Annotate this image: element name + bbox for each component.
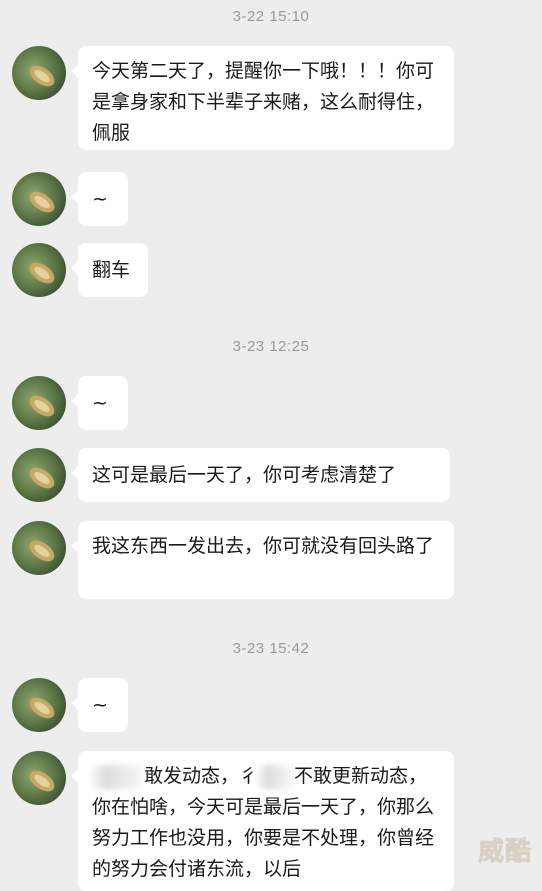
avatar-image-icon	[29, 262, 55, 284]
avatar-image-icon	[29, 467, 55, 489]
message-bubble[interactable]: 翻车	[71, 243, 148, 297]
avatar-image-icon	[29, 697, 55, 719]
avatar-image-icon	[29, 191, 55, 213]
message-bubble[interactable]: ~	[71, 172, 128, 226]
message-bubble[interactable]: 敢发动态，彳 不敢更新动态，你在怕啥，今天可是最后一天了，你那么努力工作也没用，你…	[71, 751, 454, 891]
redacted-name-blur	[258, 764, 293, 789]
avatar[interactable]	[12, 678, 66, 732]
avatar[interactable]	[12, 243, 66, 297]
avatar[interactable]	[12, 448, 66, 502]
avatar-image-icon	[29, 770, 55, 792]
timestamp: 3-22 15:10	[232, 8, 310, 25]
timestamp: 3-23 12:25	[232, 338, 310, 355]
avatar-image-icon	[29, 65, 55, 87]
avatar-image-icon	[29, 395, 55, 417]
timestamp: 3-23 15:42	[232, 640, 310, 657]
message-bubble[interactable]: 今天第二天了，提醒你一下哦！！！你可是拿身家和下半辈子来赌，这么耐得住，佩服	[71, 46, 454, 150]
message-text: 彳	[239, 765, 259, 787]
avatar[interactable]	[12, 521, 66, 575]
avatar[interactable]	[12, 376, 66, 430]
message-bubble[interactable]: ~	[71, 376, 128, 430]
watermark-logo: 威酷	[477, 837, 532, 867]
avatar-image-icon	[29, 540, 55, 562]
redacted-name-blur	[92, 764, 142, 789]
message-text: 敢发动态，	[144, 765, 240, 787]
avatar[interactable]	[12, 46, 66, 100]
message-bubble[interactable]: ~	[71, 678, 128, 732]
message-bubble[interactable]: 我这东西一发出去，你可就没有回头路了	[71, 521, 454, 599]
avatar[interactable]	[12, 172, 66, 226]
avatar[interactable]	[12, 751, 66, 805]
message-bubble[interactable]: 这可是最后一天了，你可考虑清楚了	[71, 448, 450, 502]
